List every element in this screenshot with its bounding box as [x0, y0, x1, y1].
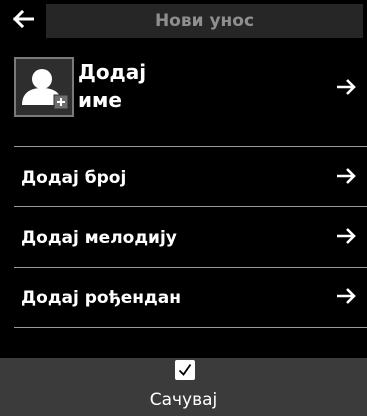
arrow-right-icon [337, 288, 356, 304]
back-button[interactable] [0, 0, 46, 38]
arrow-right-icon [337, 228, 356, 244]
add-number-label: Додај број [21, 168, 127, 188]
add-melody-label: Додај мелодију [21, 228, 177, 248]
checkmark-icon [178, 363, 192, 376]
arrow-right-icon[interactable] [335, 76, 357, 98]
avatar[interactable] [14, 57, 74, 117]
page-title: Нови унос [154, 11, 255, 31]
name-label-line2: име [78, 88, 122, 112]
add-birthday-label: Додај рођендан [21, 288, 181, 308]
name-label-line1: Додај [78, 60, 147, 84]
arrow-left-icon [12, 10, 34, 28]
person-add-icon [22, 69, 69, 110]
name-label: Додај име [78, 58, 198, 114]
add-number-row[interactable]: Додај број [0, 147, 367, 205]
add-birthday-row[interactable]: Додај рођендан [0, 268, 367, 326]
save-label: Сачувај [149, 390, 218, 410]
top-bar: Нови унос [0, 0, 367, 38]
title-bar: Нови унос [46, 4, 363, 38]
save-checkbox[interactable] [175, 360, 195, 380]
divider [14, 327, 367, 328]
arrow-right-icon [337, 168, 356, 184]
add-melody-row[interactable]: Додај мелодију [0, 207, 367, 265]
